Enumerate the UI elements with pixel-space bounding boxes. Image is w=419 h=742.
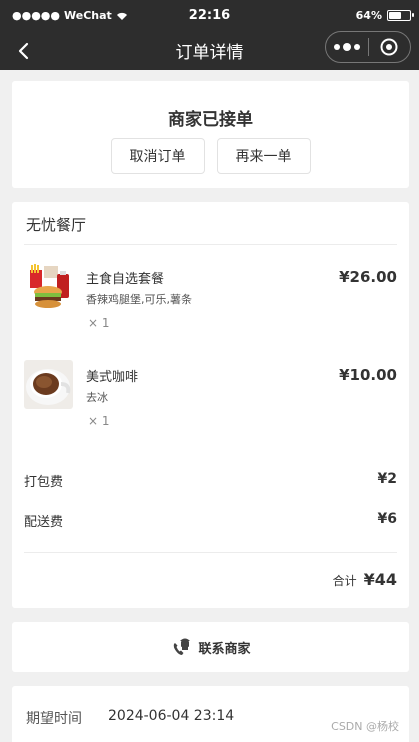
battery-level bbox=[389, 12, 402, 19]
item-description: 香辣鸡腿堡,可乐,薯条 bbox=[86, 293, 192, 306]
more-dot-icon bbox=[334, 44, 340, 50]
watermark: CSDN @杨校 bbox=[331, 720, 399, 733]
item-name: 美式咖啡 bbox=[86, 370, 139, 385]
total-value: ¥44 bbox=[363, 570, 397, 589]
item-price: ¥10.00 bbox=[339, 366, 397, 384]
battery-icon bbox=[387, 10, 414, 21]
more-dot-icon bbox=[343, 43, 351, 51]
order-actions: 取消订单 再来一单 bbox=[12, 138, 409, 174]
merchant-phone-icon bbox=[174, 638, 191, 655]
more-menu-button[interactable] bbox=[326, 32, 368, 62]
packaging-fee-row: 打包费 ¥2 bbox=[24, 471, 397, 491]
item-quantity: × 1 bbox=[88, 316, 110, 330]
close-miniprogram-button[interactable] bbox=[369, 32, 410, 62]
item-description: 去冰 bbox=[86, 391, 108, 404]
item-quantity: × 1 bbox=[88, 414, 110, 428]
status-bar: ●●●●● WeChat 22:16 64% bbox=[0, 0, 419, 32]
divider bbox=[24, 244, 397, 245]
battery-percent: 64% bbox=[355, 9, 382, 22]
fee-label: 配送费 bbox=[24, 515, 64, 530]
fee-value: ¥6 bbox=[377, 511, 397, 527]
delivery-time-card: 期望时间 2024-06-04 23:14 CSDN @杨校 bbox=[12, 686, 409, 742]
fee-value: ¥2 bbox=[377, 471, 397, 487]
order-total: 合计 ¥44 bbox=[333, 570, 397, 589]
navigation-bar: 订单详情 bbox=[0, 31, 419, 70]
target-close-icon bbox=[380, 38, 398, 56]
order-item: 主食自选套餐 香辣鸡腿堡,可乐,薯条 × 1 ¥26.00 bbox=[24, 262, 397, 330]
item-name: 主食自选套餐 bbox=[86, 272, 165, 287]
battery-info: 64% bbox=[355, 9, 414, 22]
more-dot-icon bbox=[354, 44, 360, 50]
reorder-button[interactable]: 再来一单 bbox=[216, 138, 311, 174]
expected-time-value: 2024-06-04 23:14 bbox=[108, 708, 235, 724]
contact-merchant-button[interactable]: 联系商家 bbox=[12, 622, 409, 672]
order-status-title: 商家已接单 bbox=[168, 110, 253, 130]
shop-name: 无忧餐厅 bbox=[26, 216, 87, 234]
coffee-image bbox=[24, 360, 73, 409]
item-price: ¥26.00 bbox=[339, 268, 397, 286]
burger-combo-image bbox=[24, 262, 73, 311]
divider bbox=[24, 552, 397, 553]
delivery-fee-row: 配送费 ¥6 bbox=[24, 511, 397, 531]
miniprogram-capsule bbox=[325, 31, 411, 63]
total-label: 合计 bbox=[332, 574, 357, 588]
cancel-order-button[interactable]: 取消订单 bbox=[110, 138, 205, 174]
order-detail-card: 无忧餐厅 主食自选套餐 香辣鸡腿堡,可乐,薯条 × 1 ¥26.00 美式咖啡 … bbox=[12, 202, 409, 608]
fee-label: 打包费 bbox=[24, 475, 64, 490]
contact-merchant-label: 联系商家 bbox=[198, 641, 251, 657]
expected-time-label: 期望时间 bbox=[26, 711, 82, 727]
order-item: 美式咖啡 去冰 × 1 ¥10.00 bbox=[24, 360, 397, 428]
order-status-card: 商家已接单 取消订单 再来一单 bbox=[12, 81, 409, 188]
